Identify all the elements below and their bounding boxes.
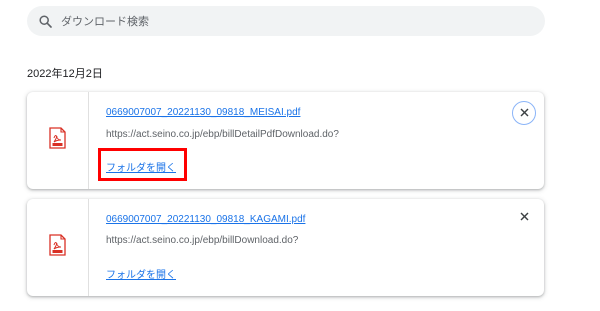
- file-icon-column: [27, 92, 89, 189]
- download-item: 0669007007_20221130_09818_MEISAI.pdf htt…: [27, 92, 544, 189]
- search-icon: [38, 14, 52, 28]
- close-icon: [520, 208, 529, 226]
- close-icon: [520, 104, 529, 122]
- remove-download-button[interactable]: [512, 101, 536, 125]
- search-bar[interactable]: ダウンロード検索: [27, 6, 545, 36]
- search-input[interactable]: ダウンロード検索: [61, 13, 149, 29]
- highlight-annotation: [98, 148, 187, 181]
- file-name-link[interactable]: 0669007007_20221130_09818_KAGAMI.pdf: [106, 214, 305, 225]
- pdf-file-icon[interactable]: [49, 127, 66, 154]
- download-item: 0669007007_20221130_09818_KAGAMI.pdf htt…: [27, 199, 544, 296]
- remove-download-button[interactable]: [512, 205, 536, 229]
- date-group-header: 2022年12月2日: [27, 68, 103, 80]
- pdf-file-icon[interactable]: [49, 234, 66, 261]
- file-source-url: https://act.seino.co.jp/ebp/billDetailPd…: [106, 129, 339, 140]
- file-icon-column: [27, 199, 89, 296]
- show-in-folder-link[interactable]: フォルダを開く: [106, 266, 176, 281]
- file-name-link[interactable]: 0669007007_20221130_09818_MEISAI.pdf: [106, 107, 300, 118]
- file-source-url: https://act.seino.co.jp/ebp/billDownload…: [106, 235, 299, 246]
- downloads-page: ダウンロード検索 2022年12月2日 0669007007_20221130_…: [0, 0, 600, 311]
